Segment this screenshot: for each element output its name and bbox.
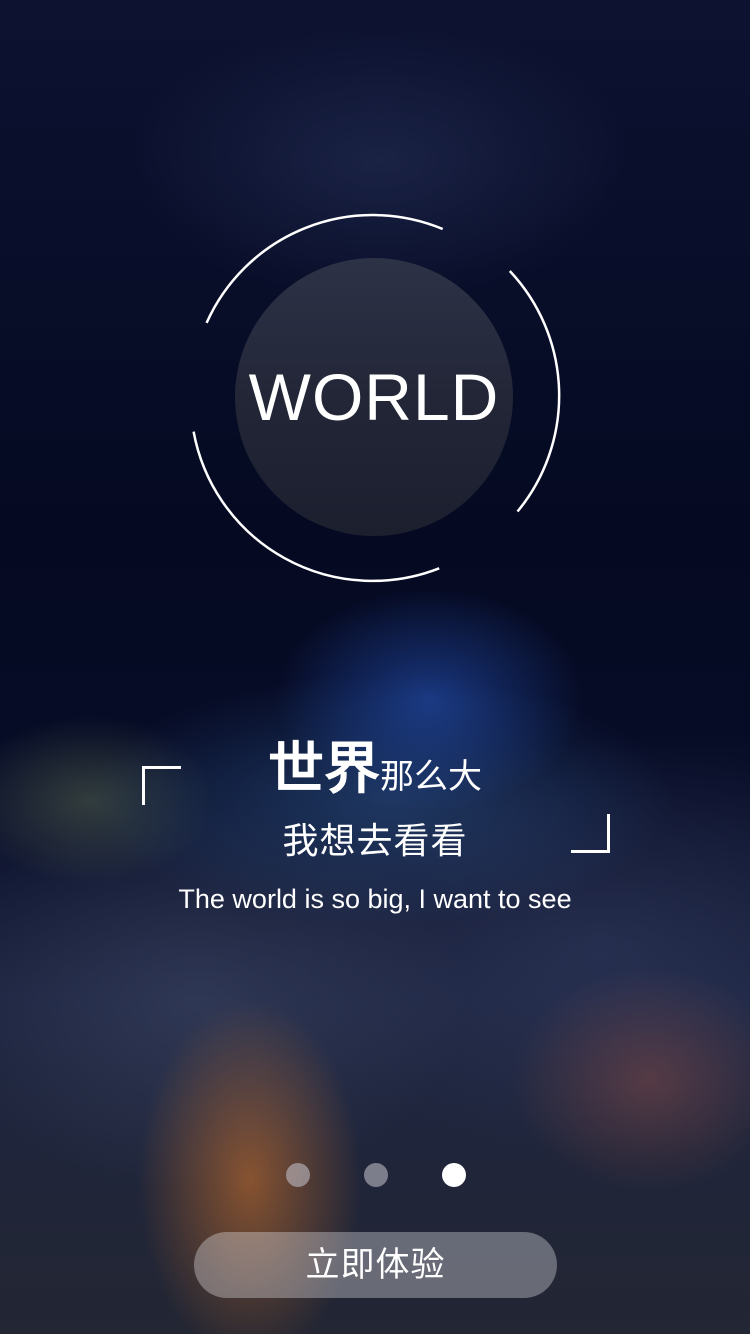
subline: 我想去看看 <box>282 821 468 862</box>
start-experience-button[interactable]: 立即体验 <box>194 1232 557 1298</box>
page-indicator <box>286 1163 466 1187</box>
page-dot-2[interactable] <box>364 1163 388 1187</box>
headline: 世界那么大 <box>0 724 750 805</box>
logo-text: WORLD <box>248 360 500 434</box>
ring-arc-right <box>508 270 561 513</box>
page-dot-1[interactable] <box>286 1163 310 1187</box>
headline-rest: 那么大 <box>380 757 482 797</box>
english-tagline: The world is so big, I want to see <box>178 884 572 914</box>
page-dot-3[interactable] <box>442 1163 466 1187</box>
headline-emphasis: 世界 <box>268 737 380 802</box>
onboarding-screen: WORLD 世界那么大 我想去看看 The world is so big, I… <box>0 0 750 1334</box>
